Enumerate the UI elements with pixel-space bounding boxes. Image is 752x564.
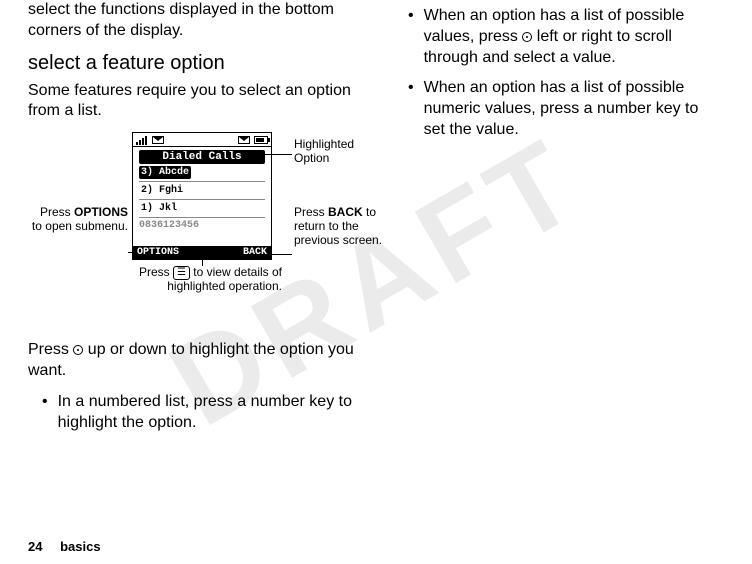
lead-in-text: select the functions displayed in the bo… — [28, 0, 358, 42]
screen-title: Dialed Calls — [139, 150, 265, 164]
number-line: 0836123456 — [133, 220, 271, 231]
section-label: basics — [60, 539, 100, 554]
menu-key-icon: ☰ — [173, 266, 190, 280]
lead-line — [128, 252, 134, 253]
lead-line — [202, 260, 203, 266]
callout-options: Press OPTIONS to open submenu. — [28, 206, 128, 234]
right-column: When an option has a list of possible va… — [394, 0, 724, 443]
battery-icon — [254, 136, 268, 144]
list-item-highlighted: 3) Abcde — [139, 166, 191, 179]
nav-key-icon — [73, 345, 83, 355]
phone-screen: Dialed Calls 3) Abcde 2) Fghi 1) Jkl 083… — [132, 132, 272, 260]
status-bar — [133, 133, 271, 147]
callout-back: Press BACK to return to the previous scr… — [294, 206, 394, 247]
page-number: 24 — [28, 539, 42, 554]
callout-highlighted-option: Highlighted Option — [294, 138, 374, 166]
list-item: 1) Jkl — [139, 202, 265, 215]
softkey-left: OPTIONS — [137, 247, 179, 258]
nav-key-icon — [522, 32, 532, 42]
bullet-item: When an option has a list of possible va… — [394, 6, 724, 68]
envelope-icon — [238, 136, 250, 144]
message-icon — [152, 136, 164, 144]
lead-line — [250, 154, 292, 155]
bullet-item: In a numbered list, press a number key t… — [28, 392, 358, 434]
after-figure-text: Press up or down to highlight the option… — [28, 340, 358, 382]
section-heading: select a feature option — [28, 52, 358, 75]
callout-menu-key: Press ☰ to view details of highlighted o… — [132, 266, 282, 294]
signal-icon — [136, 135, 148, 145]
phone-figure: Dialed Calls 3) Abcde 2) Fghi 1) Jkl 083… — [28, 132, 358, 332]
list-area: 3) Abcde 2) Fghi 1) Jkl — [133, 164, 271, 218]
bullet-item: When an option has a list of possible nu… — [394, 78, 724, 140]
page-content: select the functions displayed in the bo… — [0, 0, 752, 564]
left-column: select the functions displayed in the bo… — [28, 0, 358, 443]
softkey-bar: OPTIONS BACK — [133, 246, 271, 259]
intro-text: Some features require you to select an o… — [28, 81, 358, 123]
list-item: 2) Fghi — [139, 184, 265, 197]
softkey-right: BACK — [243, 247, 267, 258]
lead-line — [272, 254, 292, 255]
page-footer: 24 basics — [28, 539, 101, 554]
